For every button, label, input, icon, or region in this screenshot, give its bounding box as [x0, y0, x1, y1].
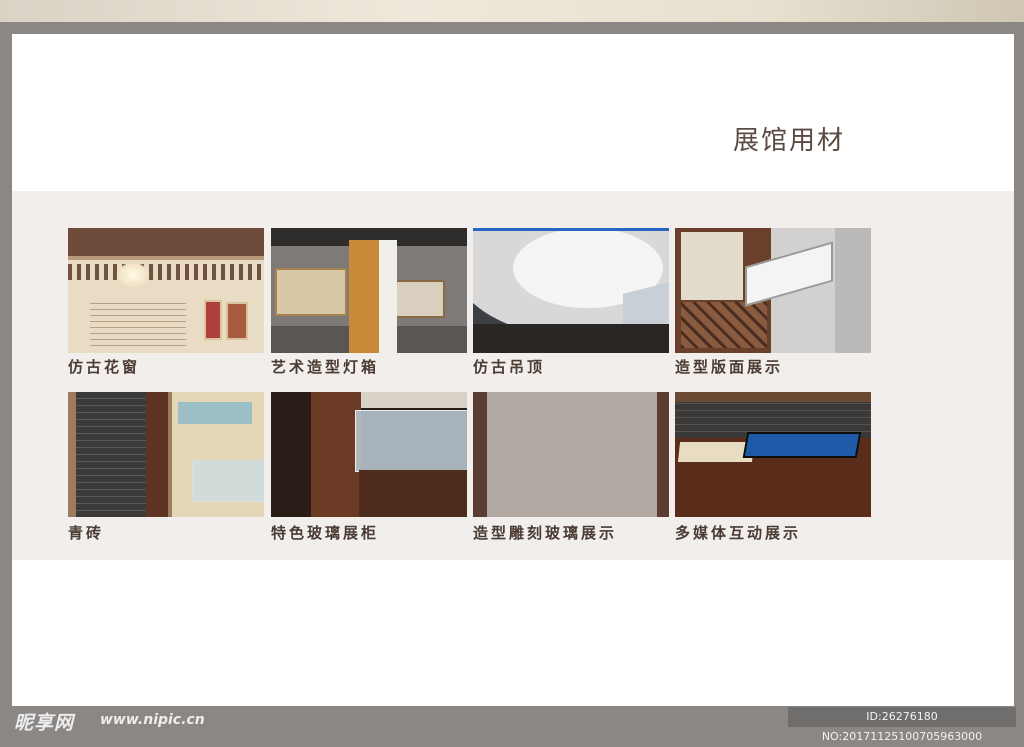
side-wall: [835, 228, 871, 353]
caption-2: 艺术造型灯箱: [271, 358, 380, 376]
caption-1: 仿古花窗: [68, 358, 141, 376]
caption-6: 特色玻璃展柜: [271, 524, 380, 542]
top-accent-line: [473, 228, 669, 231]
frame-right: [657, 392, 669, 517]
top-background-strip: [0, 0, 1024, 22]
watermark-logo: 昵享网: [14, 712, 75, 734]
caption-3: 仿古吊顶: [473, 358, 546, 376]
brick-wall: [76, 392, 146, 517]
caption-8: 多媒体互动展示: [675, 524, 802, 542]
image-antique-lattice-window: [68, 228, 264, 353]
landscape-picture: [178, 402, 252, 424]
lattice-grid: [681, 302, 767, 348]
top-beam: [675, 392, 871, 402]
frame-left: [473, 392, 487, 517]
display-board: [275, 268, 347, 316]
caption-7: 造型雕刻玻璃展示: [473, 524, 618, 542]
caption-5: 青砖: [68, 524, 105, 542]
image-id-badge: ID:26276180 NO:20171125100705963000: [788, 707, 1016, 743]
image-antique-ceiling: [473, 228, 669, 353]
lamp-glow: [116, 262, 150, 288]
image-blue-brick: [68, 392, 264, 517]
image-art-lightbox: [271, 228, 467, 353]
glass-sheet: [483, 392, 663, 517]
image-multimedia: [675, 392, 871, 517]
touch-screen: [742, 432, 862, 458]
caption-4: 造型版面展示: [675, 358, 784, 376]
poster-2: [226, 302, 248, 340]
wood-column: [311, 392, 361, 517]
image-carved-glass: [473, 392, 669, 517]
cabinet-base: [359, 470, 467, 517]
poster-1: [204, 300, 222, 340]
glass-box: [355, 410, 467, 472]
wood-post: [146, 392, 168, 517]
lattice-border: [68, 264, 264, 280]
text-block: [90, 298, 186, 348]
upper-wall: [361, 392, 467, 408]
lightbox-pillar-side: [379, 240, 397, 353]
image-display-panel: [675, 228, 871, 353]
lower-wall: [473, 324, 669, 353]
poster: [681, 232, 743, 300]
image-glass-cabinet: [271, 392, 467, 517]
display-board-2: [395, 280, 445, 318]
watermark-url: www.nipic.cn: [100, 712, 205, 728]
page-title: 展馆用材: [733, 126, 846, 156]
ceiling-band: [68, 228, 264, 256]
glass-case: [192, 460, 264, 502]
